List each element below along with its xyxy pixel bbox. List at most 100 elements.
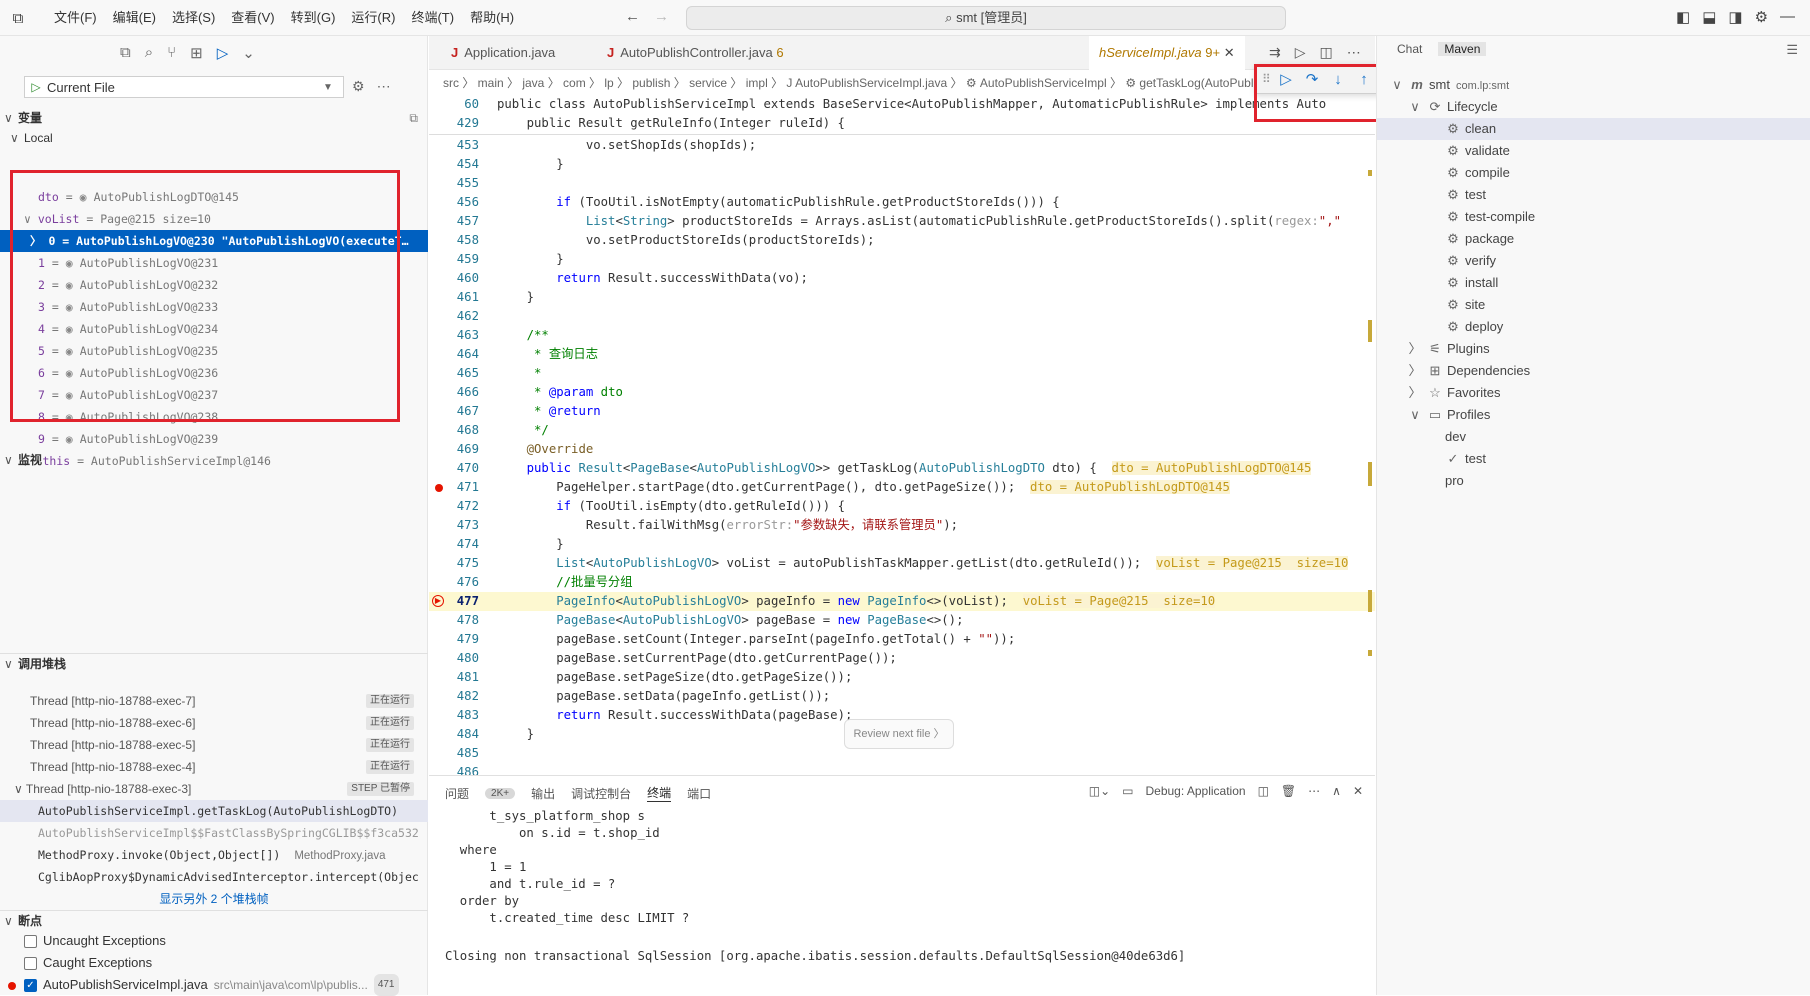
checkbox[interactable] <box>24 934 37 948</box>
run-config-select[interactable]: ▷ Current File ▼ <box>24 76 344 98</box>
breakpoint-caught[interactable]: Caught Exceptions <box>24 952 152 974</box>
continue-icon[interactable]: ▷ <box>1278 70 1294 88</box>
code-line[interactable]: 472 if (TooUtil.isEmpty(dto.getRuleId())… <box>429 497 1375 516</box>
variable-row[interactable]: 2 = ◉ AutoPublishLogVO@232 <box>0 274 428 296</box>
more-actions-icon[interactable]: ⋯ <box>1308 784 1320 798</box>
code-line[interactable]: 453 vo.setShopIds(shopIds); <box>429 136 1375 155</box>
split-icon[interactable]: ◫ <box>1258 784 1269 798</box>
step-into-icon[interactable]: ↓ <box>1330 71 1346 88</box>
maven-tree-item[interactable]: ∨ ⟳ Lifecycle <box>1377 96 1810 118</box>
breakpoint-dot-icon[interactable] <box>435 484 443 492</box>
launch-settings-gear-icon[interactable]: ⚙ <box>352 78 365 95</box>
code-line[interactable]: 457 List<String> productStoreIds = Array… <box>429 212 1375 231</box>
variable-row[interactable]: 8 = ◉ AutoPublishLogVO@238 <box>0 406 428 428</box>
tab-autopublish-controller[interactable]: J AutoPublishController.java 6 <box>597 36 794 70</box>
code-line[interactable]: 461 } <box>429 288 1375 307</box>
step-out-icon[interactable]: ↑ <box>1356 71 1372 88</box>
code-line[interactable]: 480 pageBase.setCurrentPage(dto.getCurre… <box>429 649 1375 668</box>
chevron-down-icon[interactable]: ∨ <box>24 212 38 226</box>
code-line[interactable]: 460 return Result.successWithData(vo); <box>429 269 1375 288</box>
code-line[interactable]: 462 <box>429 307 1375 326</box>
checkbox-checked[interactable]: ✓ <box>24 978 37 992</box>
source-control-icon[interactable]: ⑂ <box>167 44 176 62</box>
drag-handle-icon[interactable]: ⠿ <box>1262 72 1271 86</box>
variable-row[interactable]: 3 = ◉ AutoPublishLogVO@233 <box>0 296 428 318</box>
close-icon[interactable]: ✕ <box>1224 45 1235 60</box>
maven-tree-item[interactable]: 〉 ⊞ Dependencies <box>1377 360 1810 382</box>
extensions-icon[interactable]: ⊞ <box>190 44 203 62</box>
menu-go[interactable]: 转到(G) <box>285 9 342 27</box>
code-line[interactable]: 471 PageHelper.startPage(dto.getCurrentP… <box>429 478 1375 497</box>
breadcrumb[interactable]: src 〉 main 〉 java 〉 com 〉 lp 〉 publish 〉… <box>443 74 1318 91</box>
callstack-section-header[interactable]: ∨ 调用堆栈 <box>0 653 428 673</box>
checkbox[interactable] <box>24 956 37 970</box>
minimize-icon[interactable]: — <box>1780 8 1795 26</box>
breakpoint-file[interactable]: ✓ AutoPublishServiceImpl.java src\main\jav… <box>24 974 399 996</box>
compare-icon[interactable]: ⇉ <box>1269 44 1281 61</box>
toggle-sidebar-icon[interactable]: ◧ <box>1676 8 1690 26</box>
maven-tree-item[interactable]: 〉 ⚟ Plugins <box>1377 338 1810 360</box>
code-line[interactable]: 455 <box>429 174 1375 193</box>
tab-maven[interactable]: Maven <box>1438 42 1487 56</box>
split-terminal-icon[interactable]: ◫⌄ <box>1089 784 1110 798</box>
code-line[interactable]: 473 Result.failWithMsg(errorStr:"参数缺失，请联… <box>429 516 1375 535</box>
code-line[interactable]: 482 pageBase.setData(pageInfo.getList())… <box>429 687 1375 706</box>
more-views-chevron-icon[interactable]: ⌄ <box>242 44 255 62</box>
review-next-file-button[interactable]: Review next file 〉 <box>844 719 954 749</box>
forward-arrow-icon[interactable]: → <box>654 8 669 25</box>
code-line[interactable]: 459 } <box>429 250 1375 269</box>
code-line[interactable]: 476 //批量号分组 <box>429 573 1375 592</box>
maven-tree-item[interactable]: 〉 ☆ Favorites <box>1377 382 1810 404</box>
local-scope-header[interactable]: ∨ Local <box>0 128 428 148</box>
menu-terminal[interactable]: 终端(T) <box>405 9 460 27</box>
toggle-secondary-sidebar-icon[interactable]: ◨ <box>1728 8 1742 26</box>
search-view-icon[interactable]: ⌕ <box>145 44 153 62</box>
tab-terminal[interactable]: 终端 <box>647 784 672 802</box>
variable-row[interactable]: 5 = ◉ AutoPublishLogVO@235 <box>0 340 428 362</box>
variable-row[interactable]: 〉 0 = AutoPublishLogVO@230 "AutoPublishL… <box>0 230 428 252</box>
start-debug-icon[interactable]: ▷ <box>25 80 47 94</box>
trash-icon[interactable]: 🗑 <box>1281 784 1296 798</box>
code-line[interactable]: 463 /** <box>429 326 1375 345</box>
thread-row[interactable]: Thread [http-nio-18788-exec-5] 正在运行 <box>0 734 428 756</box>
step-over-icon[interactable]: ↷ <box>1304 70 1320 88</box>
more-actions-icon[interactable]: ⋯ <box>1347 44 1361 61</box>
explorer-icon[interactable]: ⧉ <box>120 44 131 62</box>
maven-tree-item[interactable]: ⚙ test-compile <box>1377 206 1810 228</box>
chevron-right-icon[interactable]: 〉 <box>30 234 48 248</box>
code-line[interactable]: 468 */ <box>429 421 1375 440</box>
menu-run[interactable]: 运行(R) <box>345 9 401 27</box>
show-more-frames-link[interactable]: 显示另外 2 个堆栈帧 <box>0 888 428 910</box>
panel-menu-icon[interactable]: ☰ <box>1786 42 1798 58</box>
close-panel-icon[interactable]: ✕ <box>1353 784 1363 798</box>
variable-row[interactable]: dto = ◉ AutoPublishLogDTO@145 <box>0 186 428 208</box>
menu-selection[interactable]: 选择(S) <box>166 9 221 27</box>
thread-row[interactable]: ∨ Thread [http-nio-18788-exec-3] STEP 已暂停 <box>0 778 428 800</box>
menu-file[interactable]: 文件(F) <box>48 9 103 27</box>
maven-tree-item[interactable]: ✓ test <box>1377 448 1810 470</box>
run-file-icon[interactable]: ▷ <box>1295 44 1306 61</box>
collapse-all-icon[interactable]: ⧉ <box>409 108 418 128</box>
maven-tree-item[interactable]: ⚙ test <box>1377 184 1810 206</box>
maven-tree-item[interactable]: pro <box>1377 470 1810 492</box>
breakpoints-section-header[interactable]: ∨ 断点 <box>0 910 428 930</box>
maven-tree-item[interactable]: ⚙ site <box>1377 294 1810 316</box>
thread-row[interactable]: Thread [http-nio-18788-exec-6] 正在运行 <box>0 712 428 734</box>
settings-gear-icon[interactable]: ⚙ <box>1755 8 1768 26</box>
run-debug-icon[interactable]: ▷ <box>217 44 229 62</box>
variable-row[interactable]: 4 = ◉ AutoPublishLogVO@234 <box>0 318 428 340</box>
maven-tree-item[interactable]: ⚙ package <box>1377 228 1810 250</box>
code-line[interactable]: 478 PageBase<AutoPublishLogVO> pageBase … <box>429 611 1375 630</box>
code-line[interactable]: 469 @Override <box>429 440 1375 459</box>
tab-autopublish-service-impl[interactable]: hServiceImpl.java 9+ ✕ <box>1089 36 1245 70</box>
maven-tree-item[interactable]: ∨ ▭ Profiles <box>1377 404 1810 426</box>
maven-tree-item[interactable]: ⚙ compile <box>1377 162 1810 184</box>
code-line[interactable]: 464 * 查询日志 <box>429 345 1375 364</box>
maximize-panel-icon[interactable]: ∧ <box>1332 784 1341 798</box>
terminal-session-label[interactable]: Debug: Application <box>1145 784 1245 798</box>
tab-debug-console[interactable]: 调试控制台 <box>571 785 631 802</box>
variable-row[interactable]: ∨ voList = Page@215 size=10 <box>0 208 428 230</box>
maven-tree-item[interactable]: ⚙ clean <box>1377 118 1810 140</box>
menu-view[interactable]: 查看(V) <box>225 9 280 27</box>
stack-frame-row[interactable]: AutoPublishServiceImpl$$FastClassBySprin… <box>0 822 428 844</box>
